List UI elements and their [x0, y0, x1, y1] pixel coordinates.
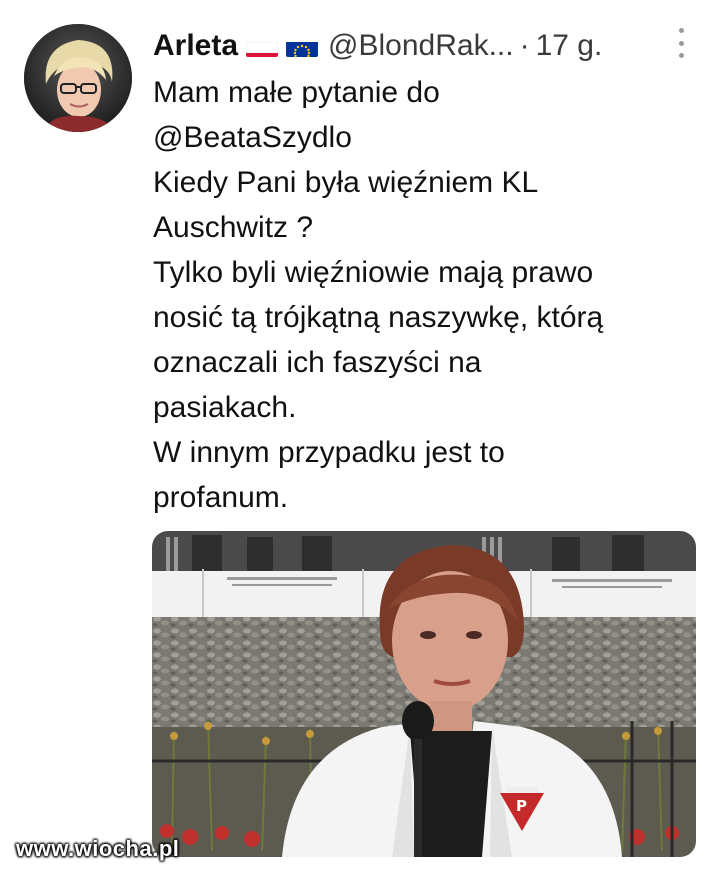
tweet-text-line: Tylko byli więźniowie mają prawo — [153, 256, 594, 289]
tweet-text-line: Kiedy Pani była więźniem KL — [153, 166, 539, 199]
tweet-header: Arleta @BlondRak... · 17 g. — [153, 26, 693, 66]
flag-poland-icon — [246, 35, 279, 57]
more-options-icon[interactable] — [676, 28, 686, 58]
triangle-badge-letter: P — [516, 797, 527, 815]
tweet-text-line: Mam małe pytanie do — [153, 76, 440, 109]
tweet-text-line: pasiakach. — [153, 391, 297, 424]
tweet-text: Mam małe pytanie do @BeataSzydlo Kiedy P… — [153, 70, 693, 520]
tweet-timestamp[interactable]: 17 g. — [536, 26, 603, 66]
flag-eu-icon — [286, 35, 319, 57]
tweet-text-line: Auschwitz ? — [153, 211, 314, 244]
tweet-text-line: nosić tą trójkątną naszywkę, którą — [153, 301, 604, 334]
watermark: www.wiocha.pl — [16, 836, 180, 861]
tweet-photo[interactable]: P — [152, 531, 696, 857]
tweet-text-line: W innym przypadku jest to — [153, 436, 505, 469]
mention-link[interactable]: @BeataSzydlo — [153, 115, 693, 160]
avatar-image — [24, 24, 132, 132]
author-handle[interactable]: @BlondRak... — [328, 26, 514, 66]
tweet-text-line: profanum. — [153, 481, 289, 514]
tweet: Arleta @BlondRak... · 17 g. Mam małe pyt… — [0, 0, 720, 875]
header-separator: · — [519, 29, 530, 62]
tweet-text-line: oznaczali ich faszyści na — [153, 346, 482, 379]
author-name[interactable]: Arleta — [153, 26, 238, 66]
avatar[interactable] — [24, 24, 132, 132]
photo-image — [152, 531, 696, 857]
